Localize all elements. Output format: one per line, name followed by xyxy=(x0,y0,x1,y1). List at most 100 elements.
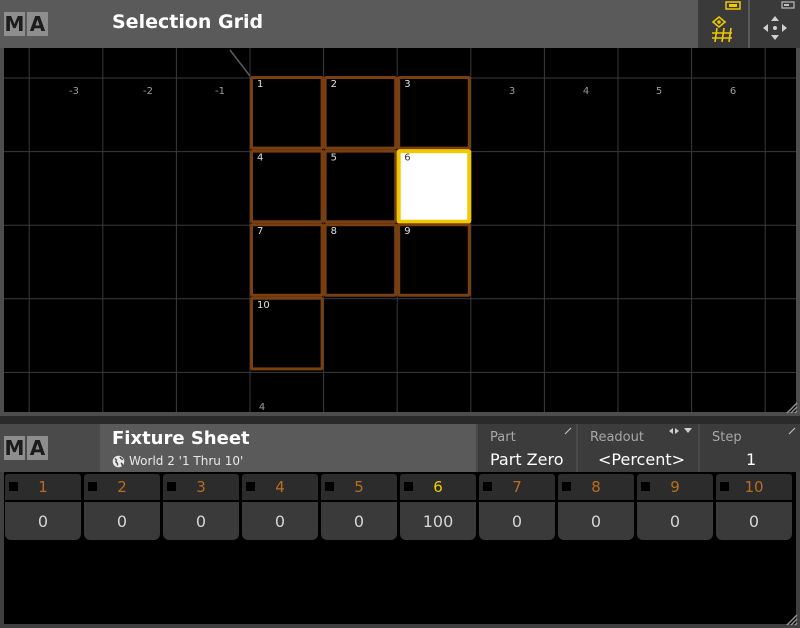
window-title: Fixture Sheet xyxy=(112,428,250,449)
fixture-id-label: 6 xyxy=(404,153,410,164)
selection-grid-canvas[interactable]: -3 -2 -1 3 4 5 6 4 1 2 3 4 5 6 7 8 9 10 xyxy=(4,48,796,412)
fixture-column[interactable]: 90 xyxy=(637,474,713,540)
resize-grip-icon[interactable] xyxy=(784,612,798,626)
fixture-value: 100 xyxy=(422,512,454,531)
axis-tick-label: 6 xyxy=(730,86,736,97)
fixture-value-cell[interactable]: 0 xyxy=(5,502,81,540)
world-info: World 2 '1 Thru 10' xyxy=(112,454,243,468)
fixture-value: 0 xyxy=(748,512,760,531)
cycle-arrows-icon xyxy=(669,428,692,434)
fixture-value-cell[interactable]: 0 xyxy=(163,502,239,540)
fixture-sheet-window: M A Fixture Sheet World 2 '1 Thru 10' Pa… xyxy=(0,424,800,628)
fixture-sheet-title-area[interactable]: Fixture Sheet World 2 '1 Thru 10' xyxy=(100,424,476,472)
part-option[interactable]: Part Part Zero xyxy=(478,424,576,472)
selection-grid-tool-icon xyxy=(711,1,741,43)
fixture-column[interactable]: 10 xyxy=(5,474,81,540)
fixture-id: 9 xyxy=(670,478,680,496)
fixture-column-header[interactable]: 10 xyxy=(716,474,792,500)
fixture-column-header[interactable]: 8 xyxy=(558,474,634,500)
edit-corner-icon xyxy=(564,427,572,435)
axis-tick-label: 5 xyxy=(656,86,662,97)
fixture-value: 0 xyxy=(116,512,128,531)
fixture-column[interactable]: 40 xyxy=(242,474,318,540)
fixture-column-header[interactable]: 9 xyxy=(637,474,713,500)
ma-logo-a: A xyxy=(27,12,48,36)
fixture-value: 0 xyxy=(37,512,49,531)
fixture-column[interactable]: 50 xyxy=(321,474,397,540)
fixture-value: 0 xyxy=(353,512,365,531)
axis-tick-label: 3 xyxy=(509,86,515,97)
resize-grip-icon[interactable] xyxy=(784,400,798,414)
edit-corner-icon xyxy=(788,427,796,435)
fixture-id-label: 4 xyxy=(257,153,263,164)
fixture-column-header[interactable]: 7 xyxy=(479,474,555,500)
world-label: World 2 '1 Thru 10' xyxy=(129,454,244,468)
fixture-id-label: 2 xyxy=(331,79,337,90)
ma-logo-m: M xyxy=(4,12,25,36)
origin-line xyxy=(229,49,251,77)
fixture-value: 0 xyxy=(195,512,207,531)
fixture-value-cell[interactable]: 0 xyxy=(84,502,160,540)
fixture-value-cell[interactable]: 0 xyxy=(637,502,713,540)
fixture-column-header[interactable]: 1 xyxy=(5,474,81,500)
fixture-sheet-table[interactable]: 1 0 2 0 3 0 4 0 5 0 6 100 7 0 8 0 9 0 10 0 xyxy=(4,472,796,624)
fixture-column[interactable]: 80 xyxy=(558,474,634,540)
ma-logo[interactable]: M A xyxy=(4,12,48,36)
fixture-id-label: 10 xyxy=(257,300,270,311)
fixture-id-label: 3 xyxy=(404,79,410,90)
fixture-id: 2 xyxy=(117,478,127,496)
fixture-value-cell[interactable]: 0 xyxy=(242,502,318,540)
part-value: Part Zero xyxy=(490,450,564,469)
fixture-value: 0 xyxy=(274,512,286,531)
selection-grid-window: M A Selection Grid -3 -2 -1 3 4 5 6 4 1 2 3 4 5 6 7 8 9 1… xyxy=(0,0,800,416)
fixture-id: 6 xyxy=(433,478,443,496)
ma-logo-2[interactable]: M A xyxy=(4,436,48,460)
fixture-id: 7 xyxy=(512,478,522,496)
fixture-column-header[interactable]: 6 xyxy=(400,474,476,500)
part-label: Part xyxy=(490,430,516,445)
fixture-id: 10 xyxy=(744,478,764,496)
fixture-id: 1 xyxy=(38,478,48,496)
step-label: Step xyxy=(712,430,742,445)
readout-option[interactable]: Readout <Percent> xyxy=(578,424,698,472)
selection-grid-titlebar: M A Selection Grid xyxy=(0,0,800,48)
fixture-id: 5 xyxy=(354,478,364,496)
fixture-value-cell[interactable]: 0 xyxy=(716,502,792,540)
fixture-id-label: 8 xyxy=(331,226,337,237)
fixture-id: 4 xyxy=(275,478,285,496)
fixture-value-cell[interactable]: 0 xyxy=(558,502,634,540)
fixture-column[interactable]: 6 100 xyxy=(400,474,476,540)
fixture-value: 0 xyxy=(669,512,681,531)
fixture-value-cell[interactable]: 100 xyxy=(400,502,476,540)
readout-value: <Percent> xyxy=(598,450,686,469)
ma-logo-m: M xyxy=(4,436,25,460)
grid-svg: -3 -2 -1 3 4 5 6 4 1 2 3 4 5 6 7 8 9 10 xyxy=(4,48,796,412)
grid-tool-button[interactable] xyxy=(698,0,748,48)
fixture-id: 3 xyxy=(196,478,206,496)
fixture-value-cell[interactable]: 0 xyxy=(321,502,397,540)
step-value: 1 xyxy=(746,450,757,469)
fixture-value-cell[interactable]: 0 xyxy=(479,502,555,540)
move-arrows-icon xyxy=(763,1,795,40)
fixture-column-header[interactable]: 5 xyxy=(321,474,397,500)
fixture-column[interactable]: 70 xyxy=(479,474,555,540)
fixture-column[interactable]: 30 xyxy=(163,474,239,540)
fixture-column-header[interactable]: 2 xyxy=(84,474,160,500)
step-option[interactable]: Step 1 xyxy=(700,424,800,472)
fixture-value: 0 xyxy=(511,512,523,531)
globe-icon xyxy=(112,455,125,467)
fixture-column-header[interactable]: 4 xyxy=(242,474,318,500)
move-button[interactable] xyxy=(750,0,800,48)
fixture-id-label: 7 xyxy=(257,226,263,237)
fixture-id: 8 xyxy=(591,478,601,496)
readout-label: Readout xyxy=(590,430,644,445)
fixture-id-label: 9 xyxy=(404,226,410,237)
fixture-sheet-titlebar: M A Fixture Sheet World 2 '1 Thru 10' Pa… xyxy=(0,424,800,472)
fixture-column[interactable]: 20 xyxy=(84,474,160,540)
fixture-column-header[interactable]: 3 xyxy=(163,474,239,500)
fixture-column[interactable]: 10 0 xyxy=(716,474,792,540)
ma-logo-a: A xyxy=(27,436,48,460)
fixture-value: 0 xyxy=(590,512,602,531)
axis-tick-label: 4 xyxy=(259,402,265,412)
axis-tick-label: -2 xyxy=(143,86,153,97)
